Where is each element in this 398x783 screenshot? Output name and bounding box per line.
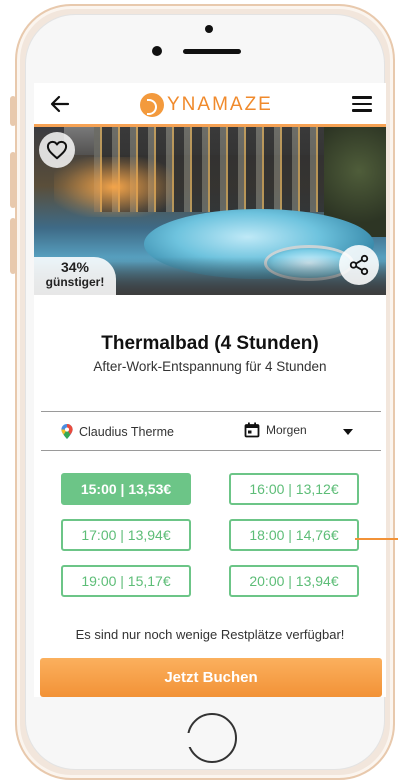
share-icon <box>349 254 369 276</box>
logo-d-mark-icon <box>140 93 164 117</box>
filter-row: Claudius Therme Morgen <box>41 411 381 451</box>
calendar-icon <box>244 422 260 438</box>
arrow-left-icon[interactable] <box>48 92 72 116</box>
product-title: Thermalbad (4 Stunden) <box>101 333 319 354</box>
location-pin-icon <box>61 424 73 439</box>
logo-text: YNAMAZE <box>167 94 273 115</box>
time-slot-1700[interactable]: 17:00 | 13,94€ <box>61 519 191 551</box>
location-label: Claudius Therme <box>79 424 174 439</box>
brand-logo[interactable]: YNAMAZE <box>140 91 273 119</box>
discount-percent: 34% <box>60 259 90 275</box>
discount-label: günstiger! <box>45 275 105 289</box>
availability-notice: Es sind nur noch wenige Restplätze verfü… <box>75 627 345 642</box>
time-slot-2000[interactable]: 20:00 | 13,94€ <box>229 565 359 597</box>
home-button[interactable] <box>186 713 237 763</box>
share-button[interactable] <box>339 245 379 285</box>
time-slot-1900[interactable]: 19:00 | 15,17€ <box>61 565 191 597</box>
side-button-volume-down <box>10 218 16 274</box>
earpiece-speaker <box>183 49 241 54</box>
book-now-button[interactable]: Jetzt Buchen <box>40 658 382 697</box>
time-slot-1800[interactable]: 18:00 | 14,76€ <box>229 519 359 551</box>
proximity-sensor <box>205 25 213 33</box>
date-label: Morgen <box>266 423 307 437</box>
hero-image: 34% günstiger! <box>34 127 386 295</box>
annotation-pointer-line <box>355 538 398 540</box>
time-slot-1500[interactable]: 15:00 | 13,53€ <box>61 473 191 505</box>
date-selector[interactable]: Morgen <box>244 422 307 438</box>
app-header: YNAMAZE <box>34 83 386 127</box>
location-selector[interactable]: Claudius Therme <box>61 424 174 439</box>
front-camera <box>152 46 162 56</box>
side-button-volume-up <box>10 152 16 208</box>
discount-badge: 34% günstiger! <box>34 257 116 295</box>
hamburger-menu-icon[interactable] <box>352 96 372 112</box>
product-subtitle: After-Work-Entspannung für 4 Stunden <box>93 359 327 374</box>
heart-icon <box>46 140 68 160</box>
app-screen: YNAMAZE 34% günstiger! Thermalbad (4 Stu… <box>34 83 386 697</box>
time-slot-1600[interactable]: 16:00 | 13,12€ <box>229 473 359 505</box>
favorite-button[interactable] <box>39 132 75 168</box>
chevron-down-icon[interactable] <box>343 429 353 435</box>
side-button-mute <box>10 96 16 126</box>
